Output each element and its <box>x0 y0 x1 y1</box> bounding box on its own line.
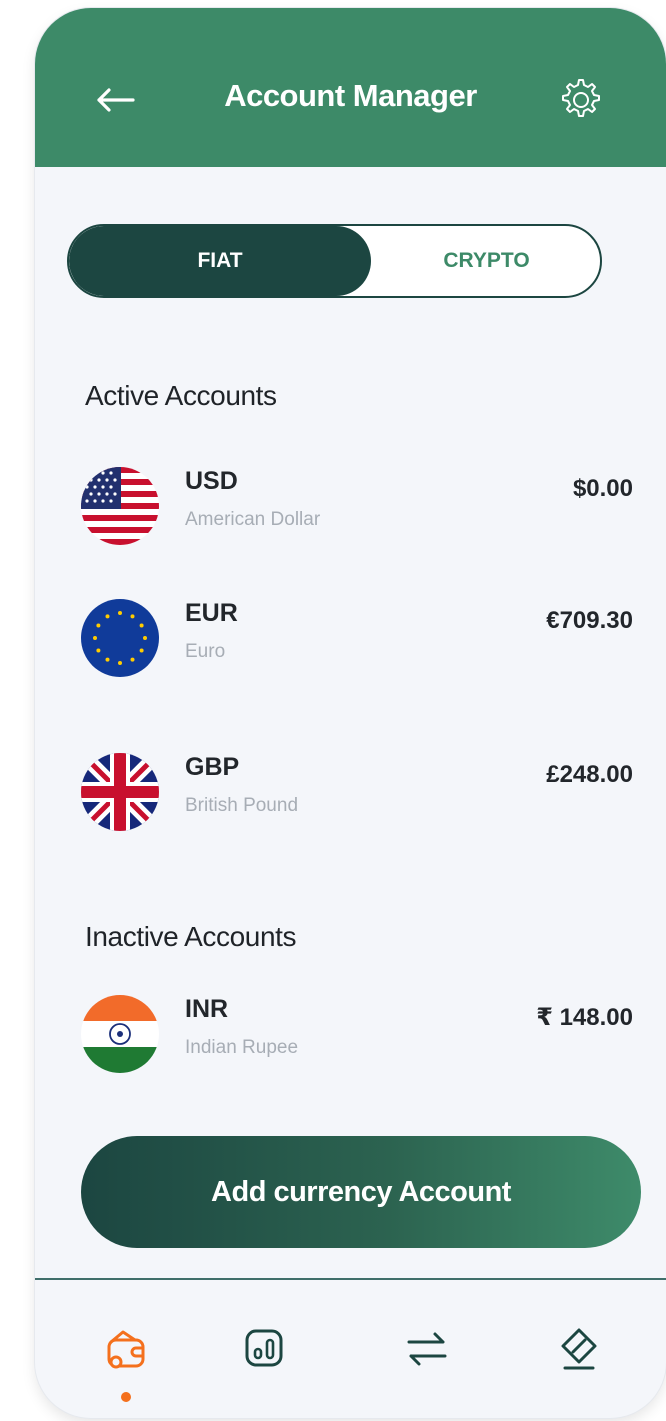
currency-name: Indian Rupee <box>185 1037 299 1058</box>
chart-icon <box>245 1329 283 1367</box>
settings-button[interactable] <box>553 74 605 126</box>
tab-crypto[interactable]: CRYPTO <box>371 226 600 296</box>
wallet-icon <box>107 1330 145 1369</box>
account-balance: £248.00 <box>546 761 633 788</box>
currency-type-toggle: FIAT CRYPTO <box>67 224 602 298</box>
account-row-inr[interactable]: INR Indian Rupee ₹ 148.00 <box>79 991 639 1075</box>
currency-name: British Pound <box>185 795 299 816</box>
transfer-icon <box>407 1332 447 1366</box>
tag-icon <box>561 1328 597 1370</box>
us-flag-icon <box>81 467 159 545</box>
currency-code: GBP <box>185 753 240 781</box>
account-balance: €709.30 <box>546 607 633 634</box>
india-flag-icon <box>81 995 159 1073</box>
account-balance: ₹ 148.00 <box>536 1004 633 1031</box>
currency-code: EUR <box>185 599 238 627</box>
tab-fiat[interactable]: FIAT <box>69 226 371 296</box>
account-balance: $0.00 <box>572 475 633 502</box>
currency-code: USD <box>185 467 238 495</box>
nav-offers[interactable] <box>549 1318 609 1378</box>
currency-name: American Dollar <box>185 509 321 530</box>
account-row-eur[interactable]: EUR Euro €709.30 <box>79 595 639 679</box>
account-row-usd[interactable]: USD American Dollar $0.00 <box>79 463 639 547</box>
uk-flag-icon <box>81 753 159 831</box>
app-header: Account Manager <box>35 8 666 167</box>
active-accounts-heading: Active Accounts <box>85 380 277 411</box>
eu-flag-icon <box>81 599 159 677</box>
bottom-nav-divider <box>35 1278 666 1280</box>
nav-wallet[interactable] <box>97 1318 157 1378</box>
inactive-accounts-heading: Inactive Accounts <box>85 921 297 952</box>
currency-name: Euro <box>185 641 226 662</box>
active-nav-indicator <box>121 1392 131 1402</box>
nav-transfer[interactable] <box>397 1318 457 1378</box>
nav-analytics[interactable] <box>234 1318 294 1378</box>
gear-icon <box>562 79 600 117</box>
account-row-gbp[interactable]: GBP British Pound £248.00 <box>79 749 639 833</box>
add-currency-account-button[interactable]: Add currency Account <box>81 1136 641 1248</box>
currency-code: INR <box>185 995 229 1023</box>
phone-screen: Account Manager FIAT CRYPTO Active Accou… <box>35 8 666 1418</box>
